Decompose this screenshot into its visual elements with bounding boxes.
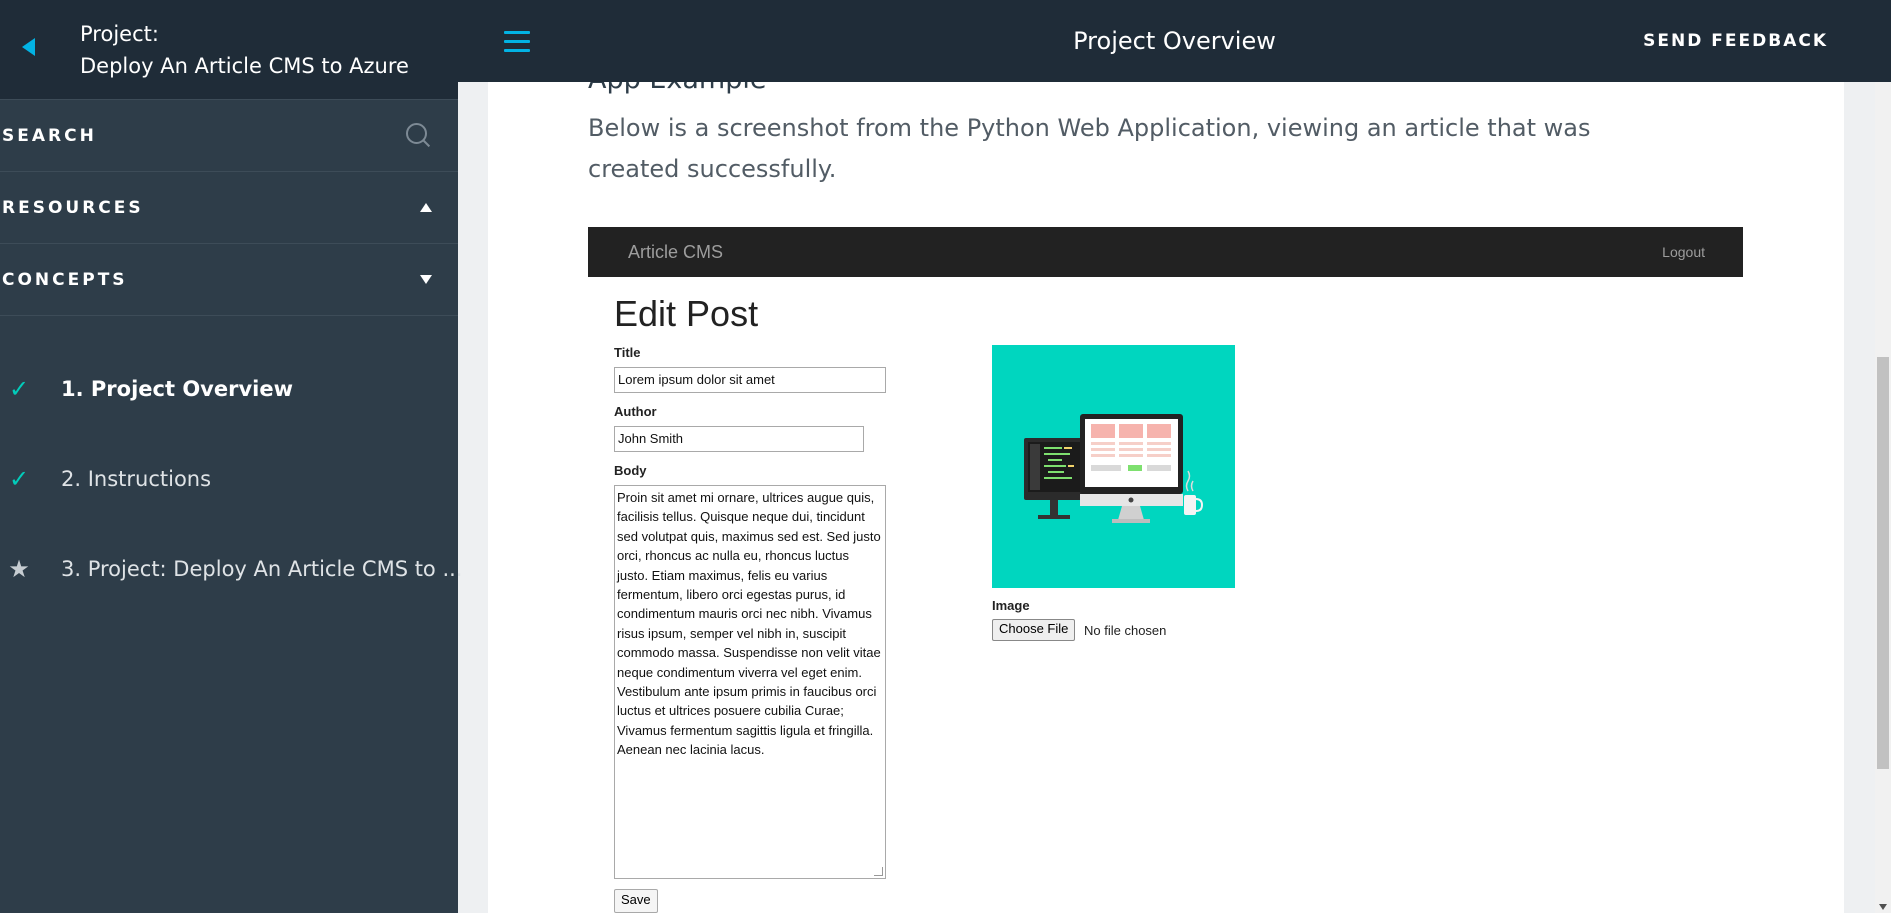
section-heading: App Example	[588, 82, 766, 95]
concept-item-instructions[interactable]: ✓ 2. Instructions	[0, 434, 458, 524]
concept-list: ✓ 1. Project Overview ✓ 2. Instructions …	[0, 344, 462, 614]
concept-label: 1. Project Overview	[61, 377, 293, 401]
save-button: Save	[614, 889, 658, 913]
project-title: Project: Deploy An Article CMS to Azure	[80, 18, 409, 82]
image-label: Image	[992, 598, 1030, 613]
caret-down-icon	[420, 275, 432, 284]
star-icon: ★	[8, 555, 30, 583]
back-arrow-icon[interactable]	[22, 38, 35, 56]
scrollbar-thumb[interactable]	[1877, 357, 1889, 769]
logout-link: Logout	[1662, 244, 1705, 260]
concept-label: 3. Project: Deploy An Article CMS to ...	[61, 557, 463, 581]
check-icon: ✓	[8, 465, 30, 493]
project-label: Project:	[80, 22, 159, 46]
section-paragraph: Below is a screenshot from the Python We…	[588, 114, 1591, 183]
search-icon[interactable]	[406, 122, 432, 149]
no-file-text: No file chosen	[1084, 623, 1167, 638]
scroll-down-arrow-icon[interactable]	[1879, 904, 1887, 910]
concepts-label: CONCEPTS	[2, 269, 128, 290]
scrollbar[interactable]	[1875, 82, 1891, 913]
caret-up-icon	[420, 203, 432, 212]
computer-illustration-icon	[1024, 414, 1204, 523]
check-icon: ✓	[8, 375, 30, 403]
title-field: Lorem ipsum dolor sit amet	[614, 367, 886, 393]
concepts-toggle[interactable]: CONCEPTS	[0, 244, 458, 316]
concept-item-project[interactable]: ★ 3. Project: Deploy An Article CMS to .…	[0, 524, 462, 614]
concept-label: 2. Instructions	[61, 467, 212, 491]
app-navbar: Article CMS Logout	[588, 227, 1743, 277]
top-bar: Project Overview SEND FEEDBACK	[458, 0, 1891, 82]
sidebar: Project: Deploy An Article CMS to Azure …	[0, 0, 462, 913]
body-textarea: Proin sit amet mi ornare, ultrices augue…	[614, 485, 886, 879]
choose-file-button: Choose File	[992, 619, 1076, 641]
resources-label: RESOURCES	[2, 197, 144, 218]
sidebar-header: Project: Deploy An Article CMS to Azure	[0, 0, 458, 100]
project-name: Deploy An Article CMS to Azure	[80, 54, 409, 78]
body-label: Body	[614, 463, 647, 478]
app-screenshot: Article CMS Logout Edit Post Title Lorem…	[588, 227, 1743, 913]
title-label: Title	[614, 345, 641, 360]
send-feedback-button[interactable]: SEND FEEDBACK	[1643, 31, 1828, 51]
app-brand: Article CMS	[628, 241, 724, 262]
author-field: John Smith	[614, 426, 864, 452]
author-label: Author	[614, 404, 657, 419]
main-content: App Example Below is a screenshot from t…	[488, 82, 1844, 913]
search-row[interactable]: SEARCH	[0, 100, 458, 172]
search-label: SEARCH	[2, 125, 97, 146]
article-image	[992, 345, 1235, 588]
resources-toggle[interactable]: RESOURCES	[0, 172, 458, 244]
concept-item-project-overview[interactable]: ✓ 1. Project Overview	[0, 344, 458, 434]
edit-post-title: Edit Post	[614, 293, 759, 334]
